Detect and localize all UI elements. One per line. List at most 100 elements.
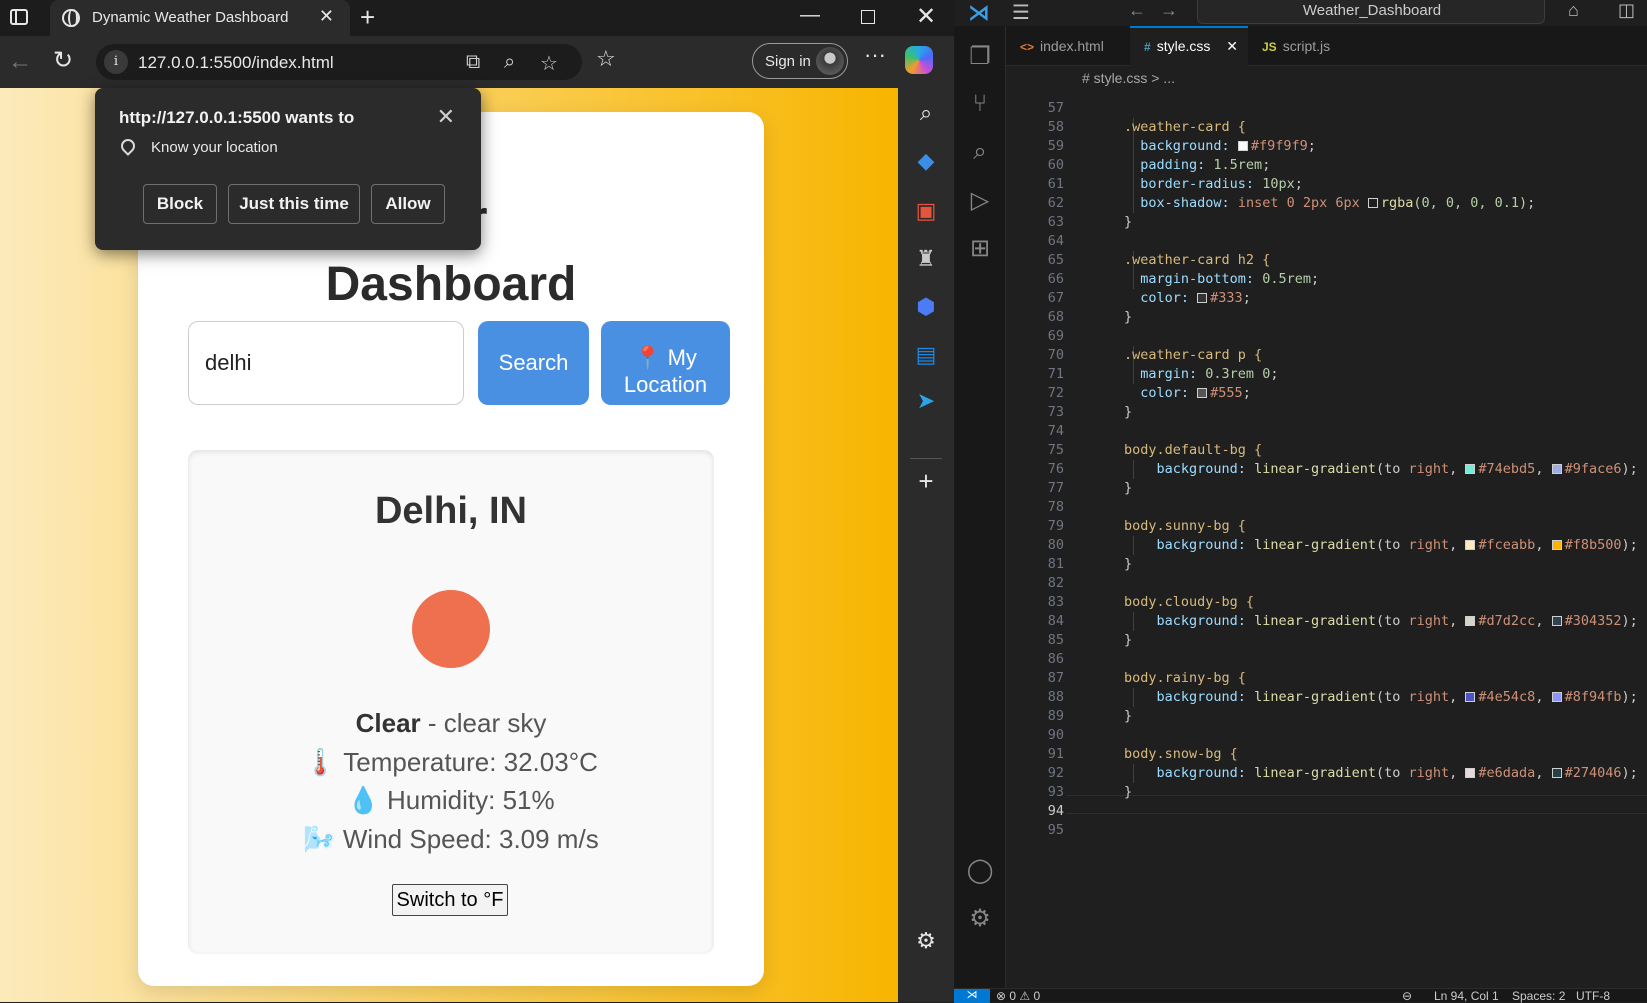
address-url[interactable]: 127.0.0.1:5500/index.html <box>138 53 334 73</box>
code-line: box-shadow: inset 0 2px 6px rgba(0, 0, 0… <box>1140 195 1536 211</box>
encoding[interactable]: UTF-8 <box>1576 989 1610 1003</box>
color-swatch[interactable] <box>1465 540 1476 550</box>
line-number: 92 <box>1047 765 1064 781</box>
search-icon[interactable]: ⌕ <box>954 138 1006 166</box>
extensions-icon[interactable]: ⊞ <box>954 234 1006 263</box>
remote-icon[interactable]: ⋊ <box>954 989 990 1003</box>
site-info-icon[interactable]: i <box>104 50 128 74</box>
maximize-icon[interactable] <box>861 10 875 24</box>
color-swatch[interactable] <box>1237 141 1248 151</box>
read-aloud-icon[interactable]: ⧉ <box>466 51 480 74</box>
sign-in-button[interactable]: Sign in <box>752 43 848 79</box>
tools-icon[interactable]: ▣ <box>898 198 954 224</box>
zoom-icon[interactable]: ⌕ <box>504 51 515 74</box>
minimize-icon[interactable]: — <box>800 4 820 27</box>
breadcrumb[interactable]: # style.css > ... <box>1006 66 1647 90</box>
copilot-icon[interactable] <box>905 46 933 74</box>
source-control-icon[interactable]: ⑂ <box>954 90 1006 118</box>
my-location-label-line2: Location <box>623 371 708 397</box>
code-line: body.rainy-bg { <box>1124 669 1246 688</box>
new-tab-icon[interactable]: + <box>360 2 375 33</box>
my-location-button[interactable]: 📍 My Location <box>601 321 730 405</box>
copilot-chat-icon[interactable]: ⌂ <box>1568 0 1579 21</box>
back-arrow-icon[interactable]: ← <box>8 48 32 76</box>
color-swatch[interactable] <box>1465 692 1476 702</box>
menu-icon[interactable]: ☰ <box>1012 0 1030 25</box>
zoom-out-icon[interactable]: ⊖ <box>1402 989 1412 1003</box>
close-icon[interactable]: ✕ <box>1226 28 1238 64</box>
condition-desc: - clear sky <box>420 708 547 738</box>
color-swatch[interactable] <box>1551 616 1562 626</box>
games-icon[interactable]: ♜ <box>898 246 954 272</box>
unit-toggle-button[interactable]: Switch to °F <box>392 884 508 916</box>
css-value: 10px <box>1262 176 1295 192</box>
tab-index-html[interactable]: <> index.html <box>1006 26 1130 66</box>
line-number: 75 <box>1047 442 1064 458</box>
color-swatch[interactable] <box>1197 293 1208 303</box>
color-swatch[interactable] <box>1551 464 1562 474</box>
search-button[interactable]: Search <box>478 321 589 405</box>
address-bar[interactable]: i 127.0.0.1:5500/index.html ⧉ ⌕ ☆ <box>96 44 582 80</box>
line-number: 95 <box>1047 822 1064 838</box>
problems-indicator[interactable]: ⊗ 0 ⚠ 0 <box>996 989 1040 1003</box>
tab-style-css[interactable]: # style.css ✕ <box>1130 26 1248 66</box>
command-center[interactable]: Weather_Dashboard <box>1197 0 1545 24</box>
add-icon[interactable]: + <box>898 466 954 497</box>
line-number: 64 <box>1047 233 1064 249</box>
window-close-icon[interactable]: ✕ <box>916 2 936 31</box>
allow-button[interactable]: Allow <box>371 184 445 224</box>
css-value: #74ebd5 <box>1478 461 1536 477</box>
css-paren: (to <box>1375 613 1409 629</box>
explorer-icon[interactable]: ❐ <box>954 42 1006 71</box>
city-search-input[interactable] <box>188 321 464 405</box>
tab-script-js[interactable]: JS script.js <box>1248 26 1358 66</box>
reload-icon[interactable]: ↻ <box>53 46 73 75</box>
run-debug-icon[interactable]: ▷ <box>954 186 1006 215</box>
code-line: .weather-card { <box>1124 118 1246 137</box>
favorite-star-icon[interactable]: ☆ <box>540 51 558 76</box>
color-swatch[interactable] <box>1465 616 1476 626</box>
gear-icon[interactable]: ⚙ <box>898 928 954 954</box>
code-line: background: linear-gradient(to right, #f… <box>1156 537 1638 553</box>
nav-arrows-icon[interactable]: ←→ <box>1128 0 1192 21</box>
color-swatch[interactable] <box>1551 768 1562 778</box>
code-line: color: #333; <box>1140 290 1251 306</box>
code-editor[interactable]: 57 58 59 60 61 62 63 64 65 66 67 68 69 70 71 72 73 74 75 76… <box>1006 90 1647 988</box>
shopping-tag-icon[interactable]: ◆ <box>898 148 954 174</box>
indentation[interactable]: Spaces: 2 <box>1512 989 1565 1003</box>
block-button[interactable]: Block <box>143 184 217 224</box>
send-icon[interactable]: ➤ <box>898 388 954 414</box>
color-swatch[interactable] <box>1465 464 1476 474</box>
tab-title: Dynamic Weather Dashboard <box>92 9 289 26</box>
css-property: color: <box>1140 290 1198 306</box>
color-swatch[interactable] <box>1551 540 1562 550</box>
color-swatch[interactable] <box>1551 692 1562 702</box>
browser-tab-active[interactable]: Dynamic Weather Dashboard ✕ <box>50 0 350 36</box>
cursor-position[interactable]: Ln 94, Col 1 <box>1434 989 1499 1003</box>
color-swatch[interactable] <box>1465 768 1476 778</box>
tab-actions-icon[interactable] <box>10 9 28 25</box>
line-number: 63 <box>1047 214 1064 230</box>
line-number: 84 <box>1047 613 1064 629</box>
close-tab-icon[interactable]: ✕ <box>319 6 334 27</box>
account-icon[interactable]: ◯ <box>954 856 1006 885</box>
css-brace: } <box>1124 708 1133 724</box>
more-options-icon[interactable]: ··· <box>864 42 886 68</box>
search-icon[interactable]: ⌕ <box>898 100 954 126</box>
microsoft-365-icon[interactable]: ⬢ <box>898 294 954 320</box>
close-icon[interactable]: ✕ <box>437 104 455 130</box>
css-function: linear-gradient <box>1254 689 1376 705</box>
favorites-icon[interactable]: ☆ <box>596 46 616 72</box>
css-value: #f9f9f9 <box>1250 138 1308 154</box>
settings-gear-icon[interactable]: ⚙ <box>954 904 1006 933</box>
line-number: 74 <box>1047 423 1064 439</box>
color-swatch[interactable] <box>1367 198 1378 208</box>
color-swatch[interactable] <box>1197 388 1208 398</box>
css-value: #555 <box>1210 385 1243 401</box>
just-this-time-button[interactable]: Just this time <box>228 184 360 224</box>
layout-icon[interactable]: ◫ <box>1618 0 1635 21</box>
line-number: 72 <box>1047 385 1064 401</box>
page-title-line2: Dashboard <box>325 258 577 311</box>
outlook-icon[interactable]: ▤ <box>898 342 954 368</box>
css-property: background: <box>1140 138 1238 154</box>
